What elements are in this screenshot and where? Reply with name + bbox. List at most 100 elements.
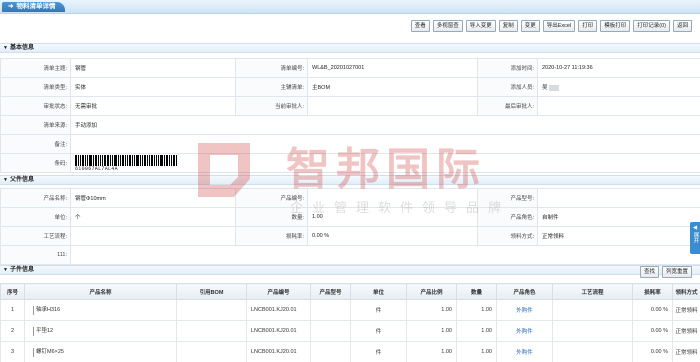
- barcode-stripe: [176, 154, 177, 166]
- column-header[interactable]: 数量: [456, 283, 497, 300]
- barcode-stripe: [144, 154, 146, 166]
- bom-ref[interactable]: [176, 299, 247, 321]
- process: [552, 341, 633, 362]
- field-label: 数量:: [235, 207, 308, 227]
- loss-rate: 0.00 %: [632, 320, 673, 342]
- barcode-stripe: [95, 154, 97, 166]
- barcode-text: 610067AL7AL4A: [75, 165, 118, 172]
- column-header[interactable]: 领料方式: [672, 283, 700, 300]
- product-name[interactable]: 平垫12: [36, 328, 53, 334]
- change-button[interactable]: 变更: [520, 20, 540, 32]
- pick-method: 正常领料: [672, 299, 700, 321]
- reset-column-width-button[interactable]: 列宽重置: [661, 266, 692, 278]
- field-value: 钢管Φ10mm: [70, 188, 236, 208]
- field-label: 损耗率:: [235, 226, 308, 246]
- field-value: 2020-10-27 11:19:36: [537, 58, 700, 78]
- basic-row: 清单类型: 实体 主辅清单: 主BOM 添加人员: 吴: [0, 77, 700, 97]
- field-label: 产品名称:: [0, 188, 71, 208]
- field-value: 正常领料: [537, 226, 700, 246]
- table-row[interactable]: 3 螺钉M6×25 LNCB001.KJ20.01 件 1.00 1.00 外购…: [0, 341, 700, 362]
- basic-row: 备注:: [0, 134, 700, 154]
- column-header[interactable]: 产品型号: [310, 283, 351, 300]
- search-button[interactable]: 查找: [639, 266, 659, 278]
- field-value: 0.00 %: [307, 226, 478, 246]
- side-tab-label: 展开: [692, 232, 699, 243]
- product-role: 外购件: [496, 299, 553, 321]
- field-label: 添加时间:: [477, 58, 538, 78]
- table-row[interactable]: 1 轴承H316 LNCB001.KJ20.01 件 1.00 1.00 外购件…: [0, 299, 700, 321]
- column-header[interactable]: 产品比例: [406, 283, 457, 300]
- product-model: [310, 320, 351, 342]
- template-print-button[interactable]: 模板打印: [600, 20, 631, 32]
- import-change-button[interactable]: 导入变更: [465, 20, 496, 32]
- field-label: 当前审批人:: [235, 96, 308, 116]
- export-excel-button[interactable]: 导出Excel: [542, 20, 576, 32]
- column-header[interactable]: 产品角色: [496, 283, 553, 300]
- product-model: [310, 299, 351, 321]
- field-label: 单位:: [0, 207, 71, 227]
- page-title: 物料清单详情: [16, 3, 56, 10]
- column-header[interactable]: 工艺流程: [552, 283, 633, 300]
- tree-line-icon: [33, 347, 34, 357]
- barcode-stripe: [118, 154, 119, 166]
- column-header[interactable]: 序号: [0, 283, 25, 300]
- field-value: 无需审批: [70, 96, 236, 116]
- barcode-stripe: [154, 154, 155, 166]
- field-label: 清单类型:: [0, 77, 71, 97]
- parent-row: 工艺流程: 损耗率: 0.00 % 领料方式: 正常领料: [0, 226, 700, 246]
- field-label: 清单编号:: [235, 58, 308, 78]
- basic-info-table: 清单主题: 钢管 清单编号: WL&B_20201027001 添加时间: 20…: [0, 58, 700, 173]
- barcode-stripe: [80, 154, 81, 166]
- field-value: 自制件: [537, 207, 700, 227]
- expand-side-tab[interactable]: ◀ 展开: [690, 222, 700, 254]
- barcode: 610067AL7AL4A: [75, 154, 178, 172]
- unit: 件: [350, 341, 407, 362]
- row-number: 2: [0, 320, 25, 342]
- ratio: 1.00: [406, 341, 457, 362]
- column-header[interactable]: 产品名称: [24, 283, 177, 300]
- bom-ref[interactable]: [176, 341, 247, 362]
- product-name-cell: 轴承H316: [24, 299, 177, 321]
- back-button[interactable]: 返回: [672, 20, 692, 32]
- bom-ref[interactable]: [176, 320, 247, 342]
- field-label: 最后审批人:: [477, 96, 538, 116]
- field-label: 产品编号:: [235, 188, 308, 208]
- barcode-stripe: [142, 154, 143, 166]
- page-title-tab: ➜ 物料清单详情: [2, 2, 66, 12]
- column-header[interactable]: 单位: [350, 283, 407, 300]
- basic-info-header[interactable]: ▼ 基本信息: [0, 43, 700, 53]
- pick-method: 正常领料: [672, 320, 700, 342]
- quantity: 1.00: [456, 320, 497, 342]
- barcode-stripe: [93, 154, 94, 166]
- field-value: [537, 96, 700, 116]
- product-name[interactable]: 螺钉M6×25: [36, 349, 64, 355]
- children-info-header[interactable]: ▼ 子件信息: [0, 265, 700, 275]
- barcode-stripe: [114, 154, 117, 166]
- field-value: 主BOM: [307, 77, 478, 97]
- product-name[interactable]: 轴承H316: [36, 307, 60, 313]
- print-log-button[interactable]: 打印记录(0): [633, 20, 670, 32]
- field-label: 领料方式:: [477, 226, 538, 246]
- table-row[interactable]: 2 平垫12 LNCB001.KJ20.01 件 1.00 1.00 外购件 0…: [0, 320, 700, 342]
- copy-button[interactable]: 复制: [498, 20, 518, 32]
- collapse-triangle-icon: ▼: [3, 45, 8, 51]
- barcode-bars: [75, 154, 178, 166]
- multi-window-button[interactable]: 多视窗查: [432, 20, 463, 32]
- column-header[interactable]: 产品编号: [246, 283, 311, 300]
- product-code: LNCB001.KJ20.01: [246, 341, 311, 362]
- barcode-stripe: [134, 154, 135, 166]
- column-header[interactable]: 引用BOM: [176, 283, 247, 300]
- row-number: 3: [0, 341, 25, 362]
- barcode-stripe: [127, 154, 128, 166]
- product-name-cell: 平垫12: [24, 320, 177, 342]
- view-button[interactable]: 查看: [410, 20, 430, 32]
- tree-line-icon: [33, 305, 34, 315]
- ratio: 1.00: [406, 320, 457, 342]
- product-code: LNCB001.KJ20.01: [246, 320, 311, 342]
- parent-row: 111:: [0, 245, 700, 265]
- print-button[interactable]: 打印: [578, 20, 598, 32]
- parent-info-header[interactable]: ▼ 父件信息: [0, 175, 700, 185]
- column-header[interactable]: 损耗率: [632, 283, 673, 300]
- field-value: 实体: [70, 77, 236, 97]
- parent-row: 产品名称: 钢管Φ10mm 产品编号: 产品型号:: [0, 188, 700, 208]
